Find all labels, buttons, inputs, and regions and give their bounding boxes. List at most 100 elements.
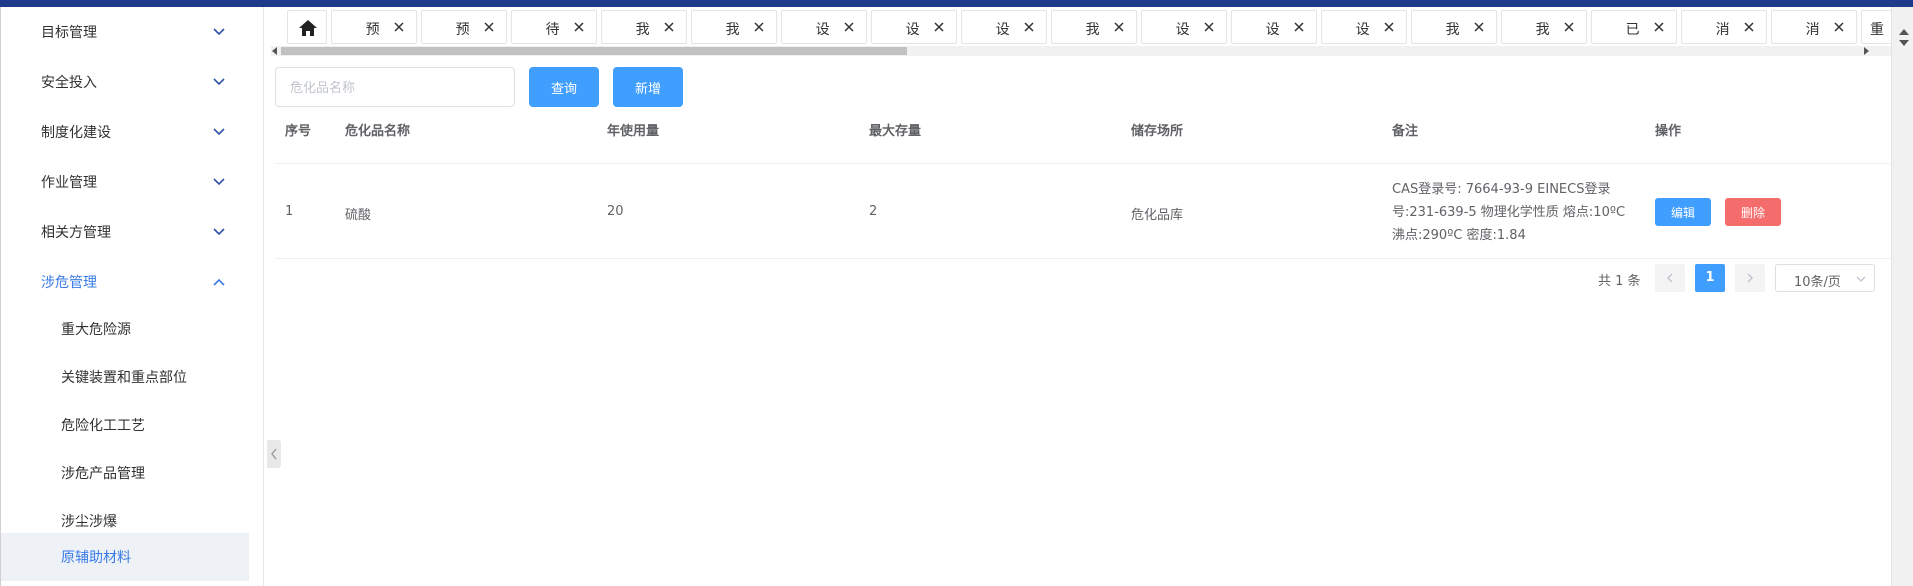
tab-item[interactable]: 我 xyxy=(601,10,687,44)
tab-label: 我 xyxy=(1445,22,1460,38)
tab-item[interactable]: 预 xyxy=(331,10,417,44)
tab-bar: 预 预 待 我 我 设 设 设 我 设 设 设 我 我 已 消 消 重 xyxy=(287,10,1891,50)
sidebar: 目标管理 安全投入 制度化建设 作业管理 相关方管理 涉危管理 重大危险源 关键… xyxy=(0,7,264,586)
tab-item[interactable]: 我 xyxy=(1501,10,1587,44)
remark-line: 沸点:290ºC 密度:1.84 xyxy=(1392,228,1526,243)
close-icon[interactable] xyxy=(1652,20,1666,34)
tab-label: 消 xyxy=(1805,22,1820,38)
page-size-value: 10条/页 xyxy=(1794,275,1841,290)
tab-label: 消 xyxy=(1715,22,1730,38)
tab-item[interactable]: 我 xyxy=(1051,10,1137,44)
close-icon[interactable] xyxy=(1832,20,1846,34)
close-icon[interactable] xyxy=(662,20,676,34)
column-header: 备注 xyxy=(1392,124,1419,139)
tab-item[interactable]: 我 xyxy=(691,10,777,44)
tab-horizontal-scrollbar[interactable] xyxy=(271,46,1891,56)
column-header: 最大存量 xyxy=(869,124,922,139)
close-icon[interactable] xyxy=(1562,20,1576,34)
sub-label: 危险化工工艺 xyxy=(61,418,145,434)
tab-item[interactable]: 预 xyxy=(421,10,507,44)
prev-page-button[interactable] xyxy=(1655,264,1685,292)
menu-item-related-party[interactable]: 相关方管理 xyxy=(1,208,249,256)
tab-item[interactable]: 设 xyxy=(961,10,1047,44)
scroll-right-icon[interactable] xyxy=(1864,47,1869,55)
chevron-down-icon xyxy=(213,228,225,236)
tab-item[interactable]: 设 xyxy=(781,10,867,44)
next-page-button[interactable] xyxy=(1735,264,1765,292)
page-size-select[interactable]: 10条/页 xyxy=(1775,264,1875,292)
tab-item[interactable]: 设 xyxy=(1321,10,1407,44)
tab-home[interactable] xyxy=(287,10,327,44)
vertical-scrollbar[interactable] xyxy=(1891,7,1913,586)
tab-label: 设 xyxy=(995,22,1010,38)
close-icon[interactable] xyxy=(1022,20,1036,34)
tab-item[interactable]: 待 xyxy=(511,10,597,44)
tab-item[interactable]: 设 xyxy=(871,10,957,44)
menu-item-target-management[interactable]: 目标管理 xyxy=(1,8,249,56)
sidebar-item-hazard-product[interactable]: 涉危产品管理 xyxy=(1,449,249,497)
sidebar-item-chemical-process[interactable]: 危险化工工艺 xyxy=(1,401,249,449)
sidebar-collapse-handle[interactable] xyxy=(267,440,281,468)
tab-label: 设 xyxy=(1265,22,1280,38)
tab-item[interactable]: 已 xyxy=(1591,10,1677,44)
chevron-left-icon xyxy=(1667,273,1673,283)
close-icon[interactable] xyxy=(842,20,856,34)
close-icon[interactable] xyxy=(392,20,406,34)
close-icon[interactable] xyxy=(1112,20,1126,34)
cell-remark: CAS登录号: 7664-93-9 EINECS登录 号:231-639-5 物… xyxy=(1392,178,1642,247)
menu-item-hazard-management[interactable]: 涉危管理 xyxy=(1,258,249,306)
edit-button[interactable]: 编辑 xyxy=(1655,198,1711,226)
menu-item-work-management[interactable]: 作业管理 xyxy=(1,158,249,206)
page-number-current[interactable]: 1 xyxy=(1695,264,1725,292)
add-button[interactable]: 新增 xyxy=(613,67,683,107)
sidebar-item-raw-materials[interactable]: 原辅助材料 xyxy=(1,533,249,581)
menu-item-safety-investment[interactable]: 安全投入 xyxy=(1,58,249,106)
menu-item-institution-building[interactable]: 制度化建设 xyxy=(1,108,249,156)
cell-storage: 危化品库 xyxy=(1131,208,1184,223)
close-icon[interactable] xyxy=(1472,20,1486,34)
tab-item[interactable]: 我 xyxy=(1411,10,1497,44)
tab-label: 重 xyxy=(1870,22,1884,38)
chevron-down-icon xyxy=(213,78,225,86)
menu-label: 相关方管理 xyxy=(41,225,111,241)
close-icon[interactable] xyxy=(1382,20,1396,34)
column-header: 危化品名称 xyxy=(345,124,411,139)
tab-label: 我 xyxy=(725,22,740,38)
search-input[interactable] xyxy=(275,67,515,107)
cell-index: 1 xyxy=(285,204,294,219)
delete-button[interactable]: 删除 xyxy=(1725,198,1781,226)
close-icon[interactable] xyxy=(1742,20,1756,34)
close-icon[interactable] xyxy=(1202,20,1216,34)
tab-label: 我 xyxy=(1535,22,1550,38)
menu-label: 目标管理 xyxy=(41,25,97,41)
tab-item[interactable]: 消 xyxy=(1681,10,1767,44)
tab-label: 预 xyxy=(365,22,380,38)
tab-label: 设 xyxy=(815,22,830,38)
close-icon[interactable] xyxy=(752,20,766,34)
close-icon[interactable] xyxy=(572,20,586,34)
remark-line: CAS登录号: 7664-93-9 EINECS登录 xyxy=(1392,182,1611,197)
pager-total: 共 1 条 xyxy=(1598,274,1641,289)
tab-item[interactable]: 重 xyxy=(1861,10,1891,44)
scroll-up-icon[interactable] xyxy=(1899,29,1909,35)
tab-label: 我 xyxy=(635,22,650,38)
column-header: 储存场所 xyxy=(1131,124,1184,139)
scroll-down-icon[interactable] xyxy=(1899,40,1909,46)
menu-label: 制度化建设 xyxy=(41,125,111,141)
tab-item[interactable]: 消 xyxy=(1771,10,1857,44)
close-icon[interactable] xyxy=(932,20,946,34)
tab-item[interactable]: 设 xyxy=(1231,10,1317,44)
query-button[interactable]: 查询 xyxy=(529,67,599,107)
table-divider xyxy=(275,258,1895,259)
scrollbar-thumb[interactable] xyxy=(281,47,907,55)
remark-line: 号:231-639-5 物理化学性质 熔点:10ºC xyxy=(1392,205,1626,220)
close-icon[interactable] xyxy=(1292,20,1306,34)
tab-item[interactable]: 设 xyxy=(1141,10,1227,44)
cell-max-stock: 2 xyxy=(869,204,878,219)
chevron-down-icon xyxy=(213,128,225,136)
scroll-left-icon[interactable] xyxy=(272,47,277,55)
chevron-down-icon xyxy=(1856,276,1866,282)
sidebar-item-major-hazard[interactable]: 重大危险源 xyxy=(1,305,249,353)
close-icon[interactable] xyxy=(482,20,496,34)
sidebar-item-key-device[interactable]: 关键装置和重点部位 xyxy=(1,353,249,401)
